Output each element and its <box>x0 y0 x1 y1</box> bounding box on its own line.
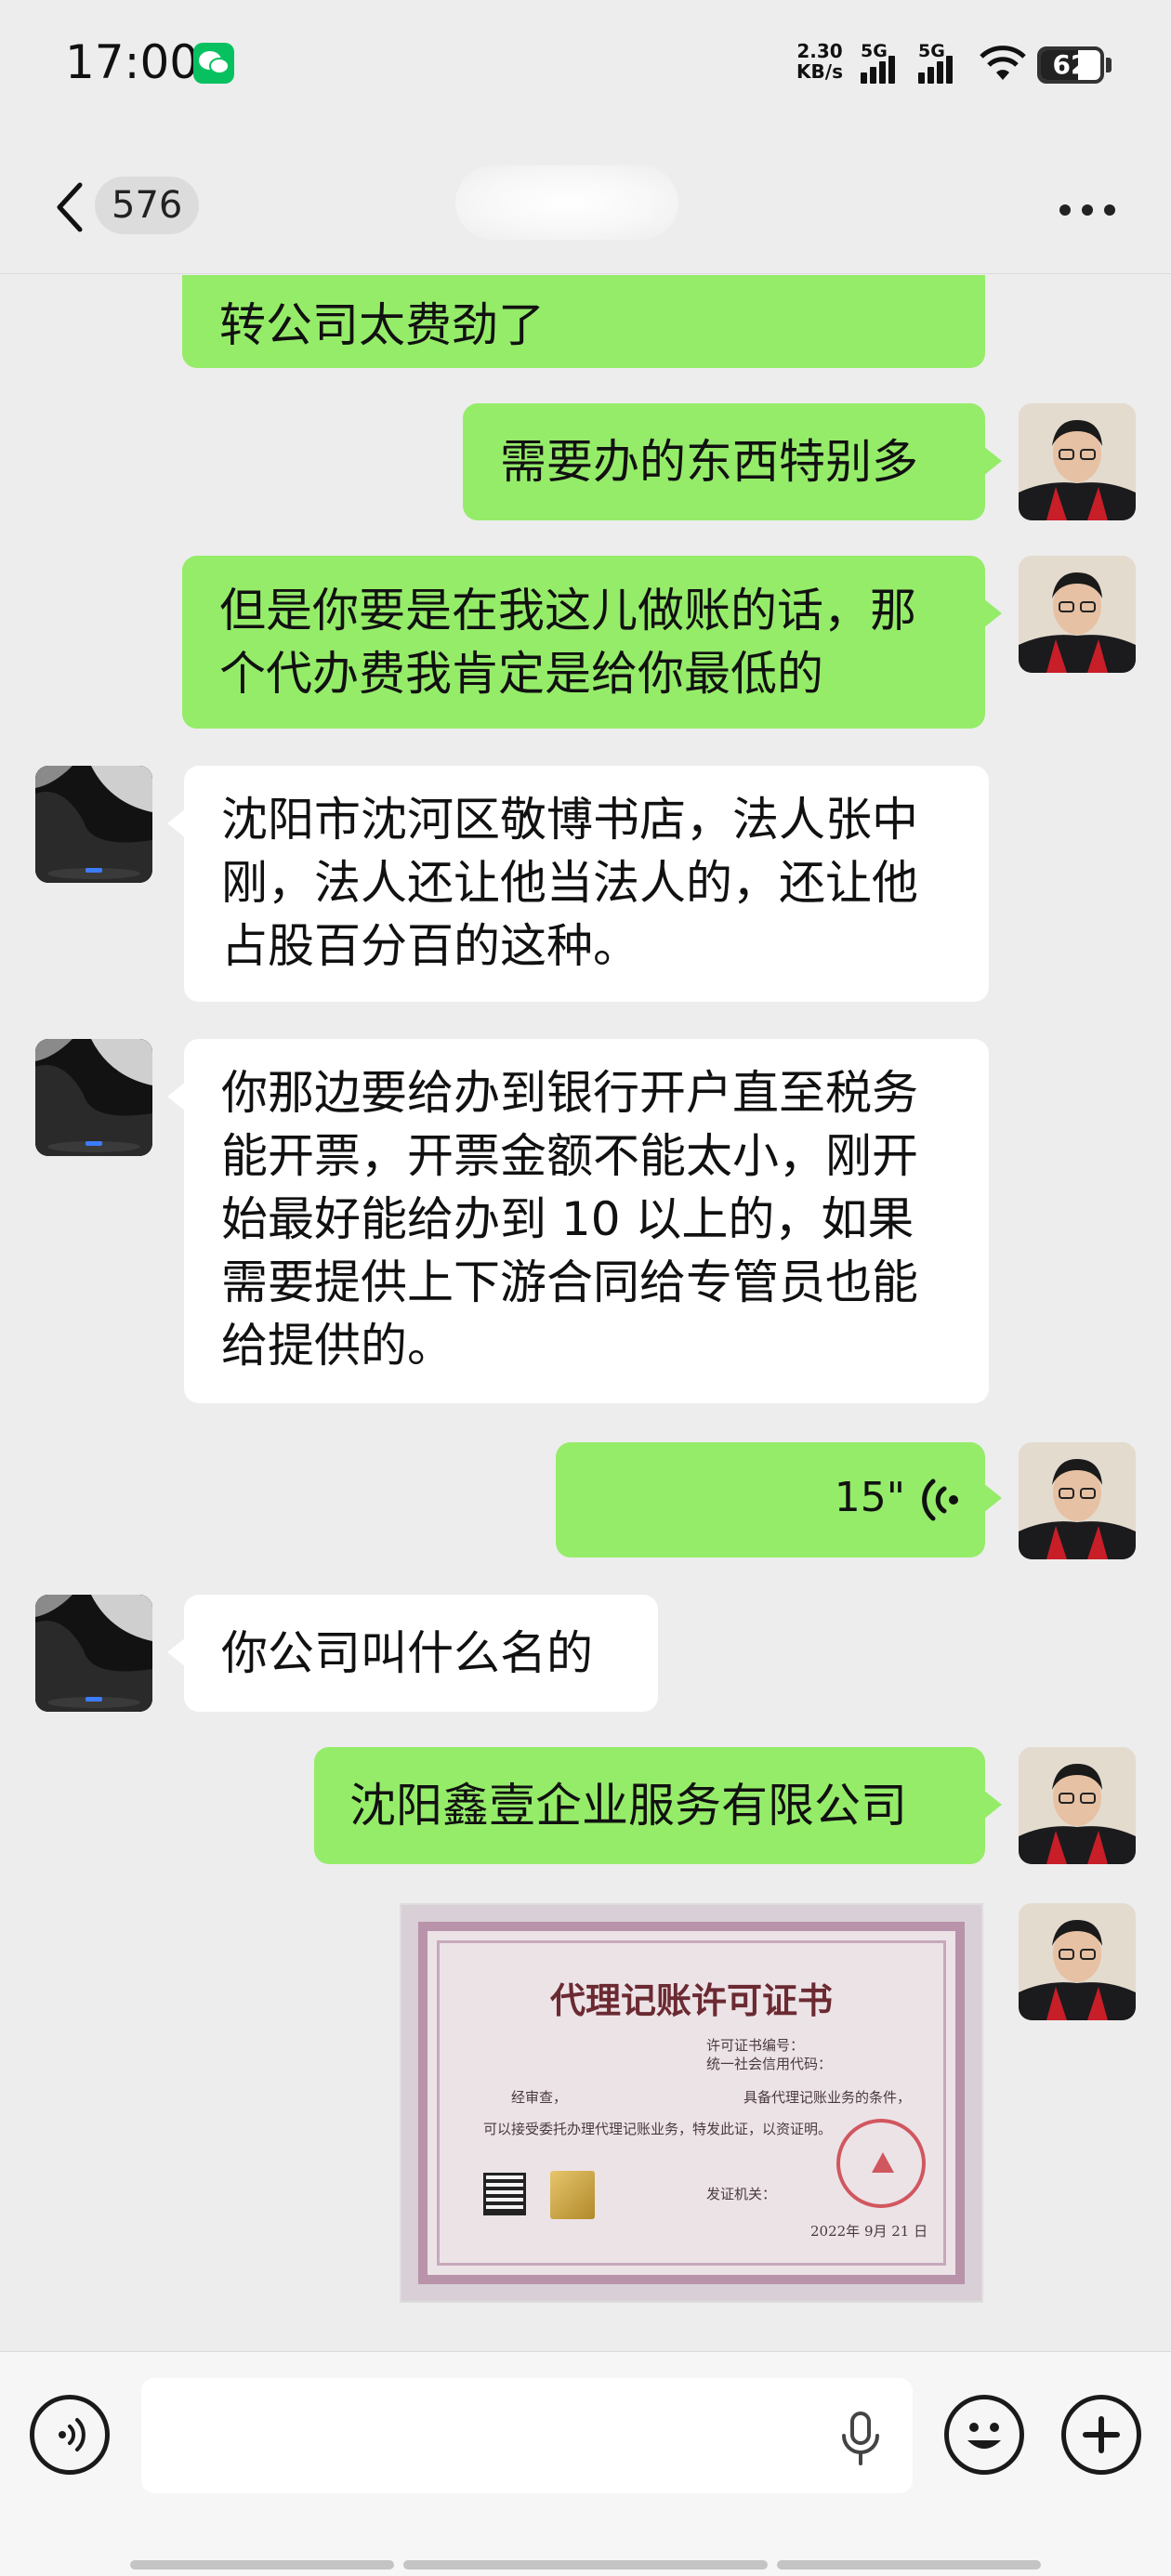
message-text-line: 你那边要给办到银行开户直至税务 <box>221 1066 918 1120</box>
message-text-line: 能开票，开票金额不能太小，刚开 <box>221 1129 918 1183</box>
avatar-contact[interactable] <box>35 766 152 883</box>
certificate-line: 2022年 9月 21 日 <box>810 2223 928 2240</box>
avatar-contact[interactable] <box>35 1039 152 1156</box>
back-icon[interactable] <box>48 179 89 235</box>
battery-level: 62 <box>1052 49 1089 80</box>
certificate-line: 经审查， <box>511 2089 568 2106</box>
nav-hint-segment <box>777 2560 1041 2569</box>
avatar-self[interactable] <box>1019 1903 1136 2020</box>
image-message-certificate[interactable]: 代理记账许可证书 许可证书编号： 统一社会信用代码： 经审查， 具备代理记账业务… <box>400 1903 983 2303</box>
message-bubble-sent[interactable]: 但是你要是在我这儿做账的话，那 个代办费我肯定是给你最低的 <box>182 556 1002 729</box>
message-text: 你公司叫什么名的 <box>221 1626 593 1680</box>
message-text: 需要办的东西特别多 <box>500 435 918 489</box>
message-text-line: 占股百分百的这种。 <box>221 919 639 973</box>
signal-icon: 5G <box>861 41 901 84</box>
avatar-self[interactable] <box>1019 1442 1136 1559</box>
wifi-icon <box>980 46 1026 80</box>
gold-emblem-icon <box>550 2171 595 2219</box>
avatar-self[interactable] <box>1019 1747 1136 1864</box>
message-bubble-sent[interactable]: 转公司太费劲了 <box>182 275 985 368</box>
voice-toggle-icon[interactable] <box>30 2395 110 2475</box>
nav-hint-segment <box>403 2560 768 2569</box>
unread-count-badge[interactable]: 576 <box>95 177 200 234</box>
status-bar: 17:00 2.30 KB/s 5G 5G 62 <box>0 0 1171 130</box>
message-text-line: 个代办费我肯定是给你最低的 <box>219 647 823 701</box>
battery-icon: 62 <box>1037 46 1104 84</box>
signal-icon: 5G <box>918 41 959 84</box>
emoji-icon[interactable] <box>944 2395 1024 2475</box>
certificate-line: 统一社会信用代码： <box>706 2056 833 2072</box>
voice-duration: 15" <box>834 1474 905 1521</box>
microphone-icon[interactable] <box>838 2412 883 2465</box>
message-list[interactable]: 转公司太费劲了 需要办的东西特别多 但是你要是在我这儿做账的话，那 个代办费我肯… <box>0 275 1171 2351</box>
message-text: 沈阳鑫壹企业服务有限公司 <box>349 1779 907 1833</box>
message-text-line: 沈阳市沈河区敬博书店，法人张中 <box>221 793 918 847</box>
plus-icon[interactable] <box>1061 2395 1141 2475</box>
certificate-line: 可以接受委托办理代理记账业务，特发此证，以资证明。 <box>483 2121 833 2137</box>
red-seal-icon <box>836 2119 926 2208</box>
message-text: 转公司太费劲了 <box>219 298 545 352</box>
message-bubble-sent[interactable]: 沈阳鑫壹企业服务有限公司 <box>314 1747 1002 1864</box>
message-text-line: 始最好能给办到 10 以上的，如果 <box>221 1192 914 1246</box>
qr-code-icon <box>483 2173 526 2215</box>
nav-hint-segment <box>130 2560 394 2569</box>
avatar-self[interactable] <box>1019 556 1136 673</box>
voice-message[interactable]: 15" <box>556 1442 1002 1557</box>
wechat-icon <box>193 43 234 84</box>
battery-tip <box>1106 58 1112 72</box>
message-bubble-sent[interactable]: 需要办的东西特别多 <box>463 403 1002 520</box>
certificate-line: 许可证书编号： <box>706 2037 805 2054</box>
network-speed: 2.30 KB/s <box>796 40 843 83</box>
voice-wave-icon <box>922 1479 958 1521</box>
message-text-line: 需要提供上下游合同给专管员也能 <box>221 1255 918 1309</box>
certificate-border: 代理记账许可证书 许可证书编号： 统一社会信用代码： 经审查， 具备代理记账业务… <box>418 1922 965 2284</box>
clock: 17:00 <box>65 35 200 89</box>
message-input[interactable] <box>141 2378 913 2493</box>
input-bar <box>0 2351 1171 2576</box>
avatar-self[interactable] <box>1019 403 1136 520</box>
certificate-line: 具备代理记账业务的条件， <box>743 2089 912 2106</box>
avatar-contact[interactable] <box>35 1595 152 1712</box>
message-text-line: 但是你要是在我这儿做账的话，那 <box>219 584 916 637</box>
message-bubble-received[interactable]: 你公司叫什么名的 <box>167 1595 658 1712</box>
more-icon[interactable] <box>1059 204 1115 217</box>
message-text-line: 给提供的。 <box>221 1319 454 1373</box>
chat-title-blurred <box>455 165 678 240</box>
certificate-title: 代理记账许可证书 <box>549 1979 833 2021</box>
certificate-line: 发证机关： <box>706 2186 777 2202</box>
chat-header: 576 <box>0 130 1171 274</box>
message-text-line: 刚，法人还让他当法人的，还让他 <box>221 856 918 910</box>
message-bubble-received[interactable]: 沈阳市沈河区敬博书店，法人张中 刚，法人还让他当法人的，还让他 占股百分百的这种… <box>167 766 989 1002</box>
message-bubble-received[interactable]: 你那边要给办到银行开户直至税务 能开票，开票金额不能太小，刚开 始最好能给办到 … <box>167 1039 989 1403</box>
